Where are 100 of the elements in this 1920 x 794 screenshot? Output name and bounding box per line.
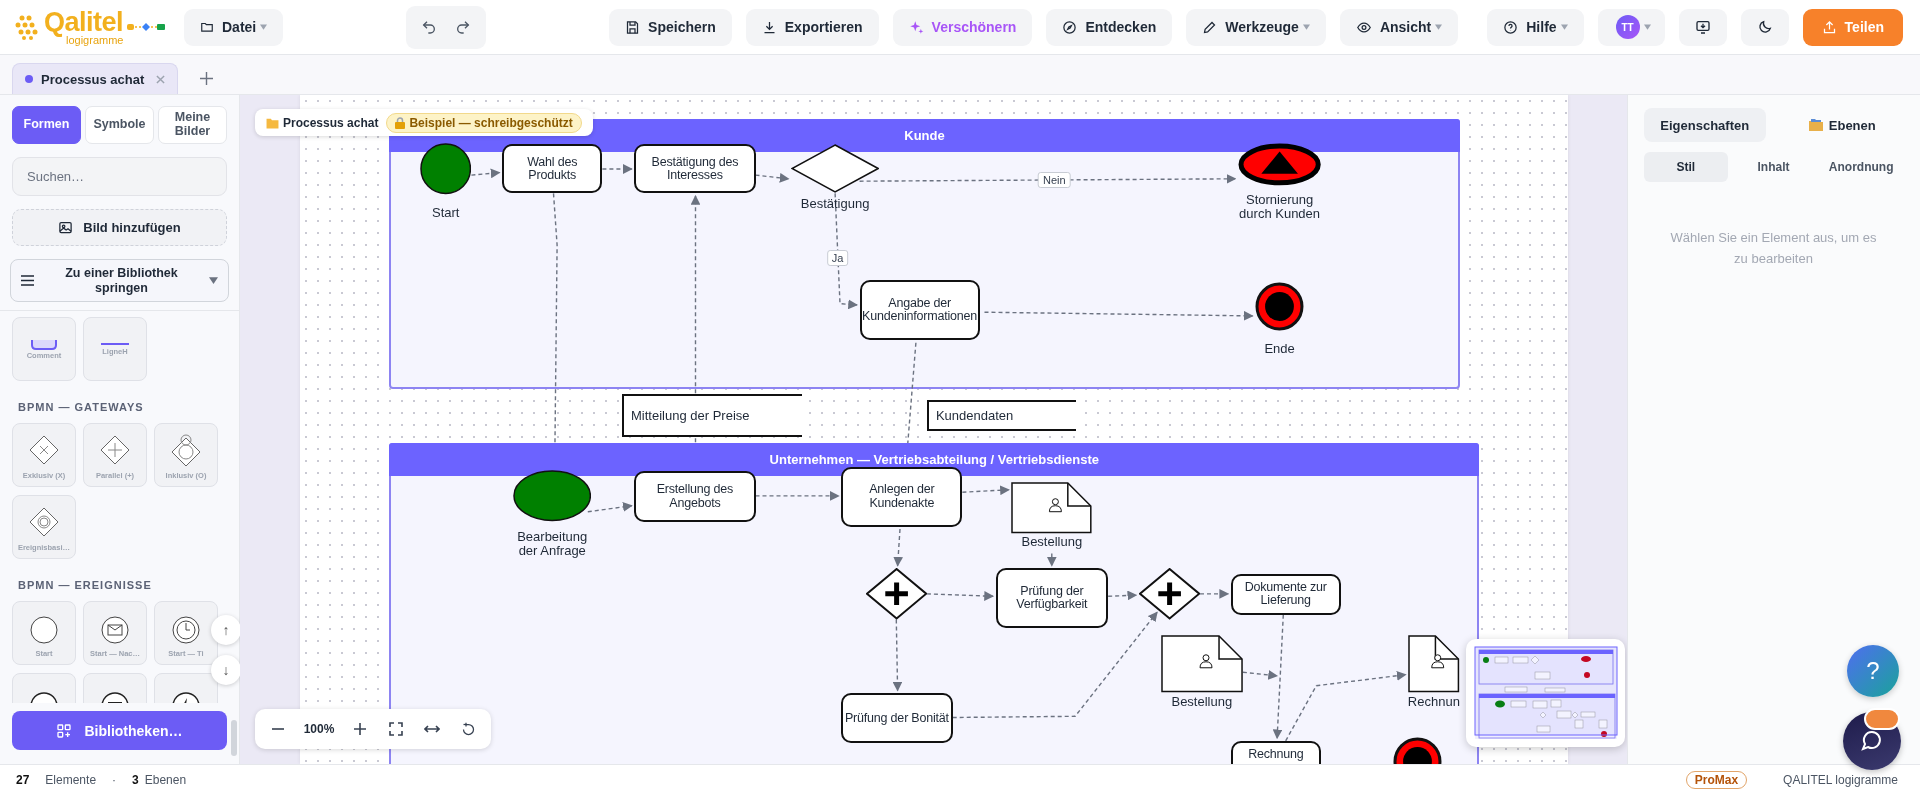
connector <box>1199 589 1230 599</box>
menu-icon <box>21 275 34 286</box>
document-tab[interactable]: Processus achat <box>12 63 178 94</box>
caret-icon <box>1302 24 1310 30</box>
connector <box>754 172 790 183</box>
connector <box>587 502 633 513</box>
chat-bubble-icon <box>1860 729 1884 753</box>
logo-mark-icon <box>14 14 40 40</box>
scroll-button[interactable]: ↑ <box>211 615 241 645</box>
read-only-badge: Beispiel — schreibgeschützt <box>386 112 582 133</box>
document-shape <box>1408 635 1460 694</box>
caret-icon <box>1560 24 1568 30</box>
connector <box>893 528 904 567</box>
edge-label: Ja <box>826 250 849 267</box>
account-menu[interactable]: TT <box>1597 8 1665 46</box>
line-shape-icon <box>100 342 130 346</box>
image-icon <box>58 220 74 235</box>
data-annotation: Mitteilung der Preise <box>622 394 803 438</box>
fullscreen-icon <box>389 722 403 736</box>
data-annotation: Kundendaten <box>926 400 1077 431</box>
share-icon <box>1821 19 1837 35</box>
gateway-label: Bestätigung <box>800 197 870 211</box>
document-label: Bestellung <box>1021 535 1083 549</box>
panel-tab[interactable]: Ebenen <box>1781 108 1903 142</box>
connector <box>1107 590 1138 601</box>
library-tab[interactable]: Symbole <box>85 106 154 144</box>
toolbar-button[interactable]: Ansicht <box>1339 8 1459 46</box>
tab-title: Processus achat <box>41 71 146 87</box>
layer-count: 3 <box>132 772 139 787</box>
lane-header: Unternehmen — Vertriebsabteilung / Vertriebsdienste <box>389 443 1480 477</box>
section-title: BPMN — GATEWAYS <box>18 401 145 413</box>
event-label: Ende <box>1264 341 1295 356</box>
sparkle-icon <box>908 19 924 35</box>
task-box: Bestätigung des Interesses <box>634 144 756 194</box>
status-dot <box>25 75 33 83</box>
pencil-icon <box>1202 19 1218 35</box>
folder-icon <box>266 116 279 129</box>
library-dropdown[interactable]: Zu einer Bibliothek springen <box>10 259 229 302</box>
theme-toggle[interactable] <box>1740 8 1789 46</box>
reset-icon <box>460 721 476 737</box>
panel-subtab[interactable]: Inhalt <box>1731 152 1816 182</box>
toolbar-button[interactable]: Speichern <box>609 8 732 46</box>
help-icon <box>1503 19 1519 35</box>
empty-selection-hint: Wählen Sie ein Element aus, um es zu bearbeiten <box>1669 229 1878 268</box>
task-box: Angabe der Kundeninformationen <box>859 280 980 341</box>
task-box: Prüfung der Verfügbarkeit <box>995 568 1109 629</box>
task-box: Erstellung des Angebots <box>634 471 756 522</box>
undo-icon <box>421 19 438 35</box>
monitor-icon <box>1694 19 1711 35</box>
caret-icon <box>260 24 268 30</box>
comment-shape-icon <box>31 339 57 350</box>
connector <box>926 591 995 601</box>
libraries-button[interactable]: Bibliotheken… <box>12 711 227 750</box>
layer-label: Ebenen <box>144 772 187 787</box>
library-tab[interactable]: Formen <box>12 106 81 144</box>
diagram-title: Processus achat <box>266 115 379 130</box>
redo-icon <box>455 19 472 35</box>
toolbar-button[interactable]: Verschönern <box>892 8 1033 46</box>
connector <box>1046 552 1057 567</box>
folder-icon <box>200 20 214 34</box>
document-label: Bestellung <box>1171 695 1233 710</box>
element-label: Elemente <box>45 772 97 787</box>
present-button[interactable] <box>1678 8 1727 46</box>
logo-name: Qalitel <box>44 8 124 36</box>
task-box: Wahl des Produkts <box>502 144 603 194</box>
toolbar-button[interactable]: Exportieren <box>745 8 879 46</box>
caret-icon <box>1643 24 1651 30</box>
help-menu[interactable]: Hilfe <box>1487 8 1584 46</box>
file-menu[interactable]: Datei <box>184 8 284 46</box>
zoom-level: 100% <box>302 722 336 736</box>
connector <box>961 485 1010 496</box>
plus-icon <box>200 72 213 85</box>
toolbar-button[interactable]: Entdecken <box>1046 8 1173 46</box>
separator: · <box>112 772 117 787</box>
search-field[interactable]: Suchen… <box>12 157 227 196</box>
minus-icon <box>272 728 284 730</box>
task-box: Prüfung der Bonität <box>841 693 953 744</box>
lock-icon <box>395 116 406 129</box>
product-name: QALITEL logigramme <box>1783 772 1898 787</box>
logo-subtitle: logigramme <box>66 34 124 46</box>
plus-icon <box>354 723 366 735</box>
panel-tab[interactable]: Eigenschaften <box>1644 108 1766 142</box>
event-label: Stornierung durch Kunden <box>1238 193 1322 221</box>
library-tab[interactable]: Meine Bilder <box>158 106 227 144</box>
task-box: Anlegen der Kundenakte <box>841 466 963 527</box>
connector <box>601 164 633 174</box>
parallel-gateway <box>865 568 927 620</box>
panel-subtab[interactable]: Stil <box>1644 152 1728 182</box>
scrollbar[interactable] <box>231 720 237 756</box>
panel-subtab[interactable]: Anordnung <box>1819 152 1903 182</box>
element-count: 27 <box>16 772 30 787</box>
scroll-button[interactable]: ↓ <box>211 655 241 685</box>
horizontal-arrows-icon <box>424 724 440 734</box>
apps-icon <box>56 722 73 739</box>
add-image-button[interactable]: Bild hinzufügen <box>12 209 227 246</box>
folders-icon <box>1808 119 1823 131</box>
toolbar-button[interactable]: Werkzeuge <box>1186 8 1326 46</box>
save-icon <box>625 19 641 35</box>
caret-icon <box>1435 24 1443 30</box>
start-event <box>420 143 472 195</box>
